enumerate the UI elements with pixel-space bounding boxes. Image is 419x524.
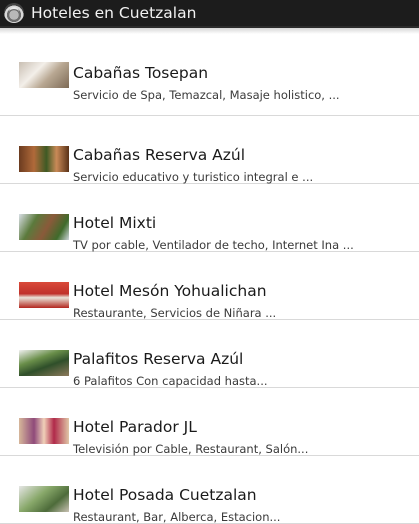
list-item[interactable]: Palafitos Reserva Azúl 6 Palafitos Con c…: [0, 320, 419, 388]
hotel-list: Cabañas Tosepan Servicio de Spa, Temazca…: [0, 32, 419, 524]
list-item[interactable]: Cabañas Reserva Azúl Servicio educativo …: [0, 116, 419, 184]
hotel-description: Servicio educativo y turistico integral …: [73, 170, 314, 184]
hotel-name: Cabañas Reserva Azúl: [73, 146, 246, 164]
action-bar: Hoteles en Cuetzalan: [0, 0, 419, 28]
hotel-thumbnail: [19, 214, 69, 240]
hotel-thumbnail: [19, 282, 69, 308]
hotel-description: Televisión por Cable, Restaurant, Salón.…: [73, 442, 309, 456]
hotel-name: Palafitos Reserva Azúl: [73, 350, 244, 368]
list-item[interactable]: Hotel Mesón Yohualichan Restaurante, Ser…: [0, 252, 419, 320]
list-item[interactable]: Hotel Parador JL Televisión por Cable, R…: [0, 388, 419, 456]
hotel-name: Cabañas Tosepan: [73, 64, 209, 82]
hotel-description: Restaurante, Servicios de Niñara ...: [73, 306, 277, 320]
hotel-description: Servicio de Spa, Temazcal, Masaje holist…: [73, 88, 340, 102]
list-item[interactable]: Hotel Posada Cuetzalan Restaurant, Bar, …: [0, 456, 419, 524]
hotel-thumbnail: [19, 418, 69, 444]
list-item[interactable]: Cabañas Tosepan Servicio de Spa, Temazca…: [0, 32, 419, 116]
list-item[interactable]: Hotel Mixti TV por cable, Ventilador de …: [0, 184, 419, 252]
app-title: Hoteles en Cuetzalan: [31, 4, 197, 22]
hotel-name: Hotel Posada Cuetzalan: [73, 486, 257, 504]
hotel-name: Hotel Mesón Yohualichan: [73, 282, 267, 300]
hotel-thumbnail: [19, 62, 69, 88]
app-logo-icon[interactable]: [4, 3, 24, 23]
hotel-description: TV por cable, Ventilador de techo, Inter…: [73, 238, 354, 252]
hotel-thumbnail: [19, 146, 69, 172]
hotel-thumbnail: [19, 350, 69, 376]
hotel-description: Restaurant, Bar, Alberca, Estacion...: [73, 510, 281, 524]
hotel-name: Hotel Parador JL: [73, 418, 197, 436]
hotel-name: Hotel Mixti: [73, 214, 157, 232]
hotel-description: 6 Palafitos Con capacidad hasta...: [73, 374, 268, 388]
hotel-thumbnail: [19, 486, 69, 512]
